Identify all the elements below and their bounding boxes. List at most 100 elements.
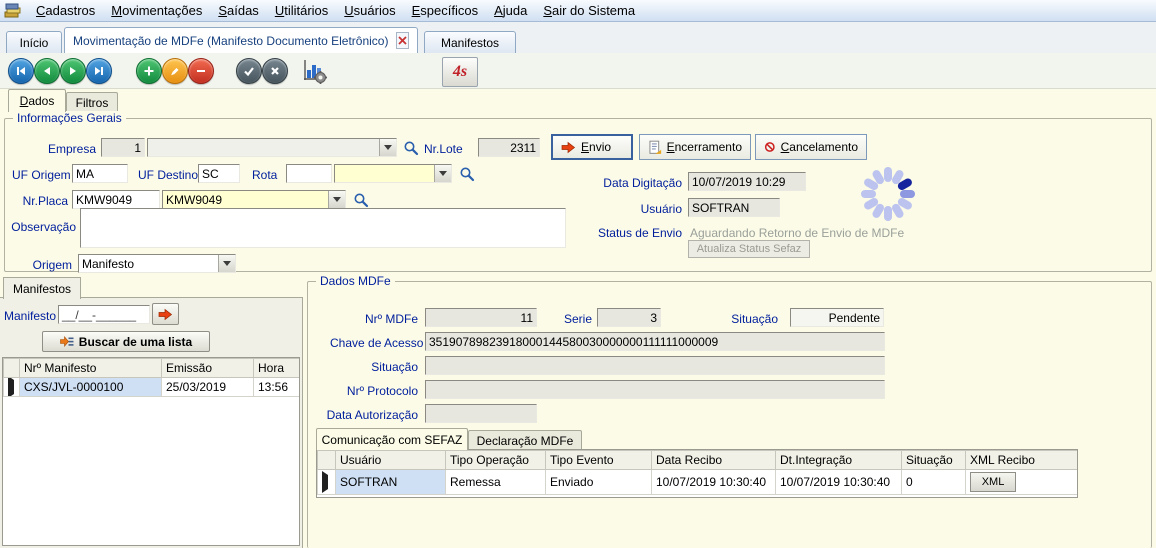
origem-combo[interactable]: Manifesto — [78, 254, 236, 273]
delete-record-button[interactable] — [188, 58, 214, 84]
nr-mdfe-label: Nrº MDFe — [346, 312, 418, 326]
empresa-combo[interactable] — [147, 138, 397, 157]
manifesto-send-button[interactable] — [152, 303, 179, 325]
nav-prev-button[interactable] — [34, 58, 60, 84]
col-situacao[interactable]: Situação — [902, 451, 966, 470]
data-digitacao-label: Data Digitação — [598, 176, 682, 190]
edit-pencil-icon — [168, 64, 182, 78]
col-dt-integracao[interactable]: Dt.Integração — [776, 451, 902, 470]
nav-next-button[interactable] — [60, 58, 86, 84]
rota-combo[interactable] — [334, 164, 452, 183]
send-arrow-icon — [158, 308, 173, 321]
empresa-code-field[interactable]: 1 — [101, 138, 145, 157]
indicator-column-header — [318, 451, 336, 470]
buscar-de-uma-lista-button[interactable]: Buscar de uma lista — [42, 331, 210, 352]
nav-last-button[interactable] — [86, 58, 112, 84]
tab-movimentacao-mdfe[interactable]: Movimentação de MDFe (Manifesto Document… — [64, 27, 418, 53]
cell-hora[interactable]: 13:56 — [254, 378, 301, 397]
menu-saidas[interactable]: Saídas — [210, 1, 266, 20]
tab-close-icon[interactable] — [396, 32, 409, 49]
nr-placa-field[interactable]: KMW9049 — [72, 190, 160, 209]
confirm-button[interactable] — [236, 58, 262, 84]
serie-field[interactable]: 3 — [597, 308, 661, 327]
menu-usuarios[interactable]: Usuários — [336, 1, 403, 20]
situacao-field[interactable] — [425, 356, 885, 375]
menu-movimentacoes[interactable]: Movimentações — [103, 1, 210, 20]
cell-dt-integracao[interactable]: 10/07/2019 10:30:40 — [776, 470, 902, 495]
nav-prev-icon — [40, 64, 54, 78]
col-usuario[interactable]: Usuário — [336, 451, 446, 470]
row-indicator-icon — [8, 378, 14, 397]
observacao-textarea[interactable] — [80, 208, 566, 248]
rota-code-field[interactable] — [286, 164, 332, 183]
encerramento-button[interactable]: Encerramento — [639, 134, 751, 160]
nr-lote-field[interactable]: 2311 — [478, 138, 540, 157]
uf-destino-field[interactable]: SC — [198, 164, 240, 183]
cell-tipo-evento[interactable]: Enviado — [546, 470, 652, 495]
cancelamento-button[interactable]: Cancelamento — [755, 134, 867, 160]
xml-recibo-button[interactable]: XML — [970, 472, 1016, 492]
loading-spinner — [860, 166, 916, 222]
col-nr-manifesto[interactable]: Nrº Manifesto — [20, 359, 162, 378]
delete-minus-icon — [194, 64, 208, 78]
empresa-search-icon[interactable] — [403, 140, 419, 156]
menu-cadastros[interactable]: Cadastros — [28, 1, 103, 20]
cell-usuario[interactable]: SOFTRAN — [336, 470, 446, 495]
nr-placa-combo[interactable]: KMW9049 — [162, 190, 346, 209]
col-data-recibo[interactable]: Data Recibo — [652, 451, 776, 470]
menu-sair-do-sistema[interactable]: Sair do Sistema — [535, 1, 643, 20]
tab-manifestos[interactable]: Manifestos — [424, 31, 516, 53]
col-tipo-operacao[interactable]: Tipo Operação — [446, 451, 546, 470]
menu-ajuda[interactable]: Ajuda — [486, 1, 535, 20]
softran-logo-button[interactable]: 4s — [442, 57, 478, 87]
rota-search-icon[interactable] — [459, 166, 475, 182]
manifestos-grid-row[interactable]: CXS/JVL-0000100 25/03/2019 13:56 — [4, 378, 301, 397]
menu-utilitarios[interactable]: Utilitários — [267, 1, 336, 20]
col-xml-recibo[interactable]: XML Recibo — [966, 451, 1079, 470]
col-tipo-evento[interactable]: Tipo Evento — [546, 451, 652, 470]
dropdown-icon[interactable] — [434, 165, 451, 182]
edit-record-button[interactable] — [162, 58, 188, 84]
sefaz-grid[interactable]: Usuário Tipo Operação Tipo Evento Data R… — [316, 449, 1078, 498]
tab-comunicacao-sefaz[interactable]: Comunicação com SEFAZ — [316, 428, 468, 450]
report-chart-button[interactable] — [300, 57, 328, 85]
cell-emissao[interactable]: 25/03/2019 — [162, 378, 254, 397]
dropdown-icon[interactable] — [218, 255, 235, 272]
col-emissao[interactable]: Emissão — [162, 359, 254, 378]
add-record-button[interactable] — [136, 58, 162, 84]
nr-placa-combo-value: KMW9049 — [166, 193, 327, 207]
tab-mdfe-label: Movimentação de MDFe (Manifesto Document… — [73, 34, 388, 48]
cell-nr-manifesto[interactable]: CXS/JVL-0000100 — [20, 378, 162, 397]
atualiza-status-sefaz-button[interactable]: Atualiza Status Sefaz — [688, 240, 810, 258]
row-indicator-icon — [322, 471, 328, 493]
manifestos-panel-tab[interactable]: Manifestos — [3, 277, 81, 299]
manifestos-panel-tab-label: Manifestos — [13, 282, 71, 296]
cell-tipo-operacao[interactable]: Remessa — [446, 470, 546, 495]
nr-mdfe-field[interactable]: 11 — [425, 308, 537, 327]
tab-dados[interactable]: Dados — [8, 89, 66, 112]
uf-origem-field[interactable]: MA — [72, 164, 128, 183]
cell-situacao[interactable]: 0 — [902, 470, 966, 495]
main-tab-bar: Início Movimentação de MDFe (Manifesto D… — [0, 22, 1156, 54]
manifesto-mask-input[interactable]: __/__-______ — [58, 305, 150, 324]
data-autorizacao-field[interactable] — [425, 404, 537, 423]
sefaz-grid-row[interactable]: SOFTRAN Remessa Enviado 10/07/2019 10:30… — [318, 470, 1079, 495]
tab-inicio[interactable]: Início — [6, 31, 62, 53]
dropdown-icon[interactable] — [328, 191, 345, 208]
data-digitacao-field[interactable]: 10/07/2019 10:29 — [688, 172, 806, 191]
cell-data-recibo[interactable]: 10/07/2019 10:30:40 — [652, 470, 776, 495]
envio-button[interactable]: Envio — [551, 134, 633, 160]
nav-first-button[interactable] — [8, 58, 34, 84]
cancel-edit-button[interactable] — [262, 58, 288, 84]
manifestos-grid[interactable]: Nrº Manifesto Emissão Hora CXS/JVL-00001… — [2, 357, 300, 546]
chave-acesso-field[interactable]: 3519078982391800014458003000000011111100… — [425, 332, 885, 351]
dropdown-icon[interactable] — [379, 139, 396, 156]
usuario-field[interactable]: SOFTRAN — [688, 198, 780, 217]
tab-declaracao-mdfe[interactable]: Declaração MDFe — [468, 430, 582, 450]
placa-search-icon[interactable] — [353, 192, 369, 208]
nav-last-icon — [92, 64, 106, 78]
nr-protocolo-field[interactable] — [425, 380, 885, 399]
col-hora[interactable]: Hora — [254, 359, 301, 378]
tab-filtros[interactable]: Filtros — [66, 92, 118, 112]
menu-especificos[interactable]: Específicos — [404, 1, 486, 20]
